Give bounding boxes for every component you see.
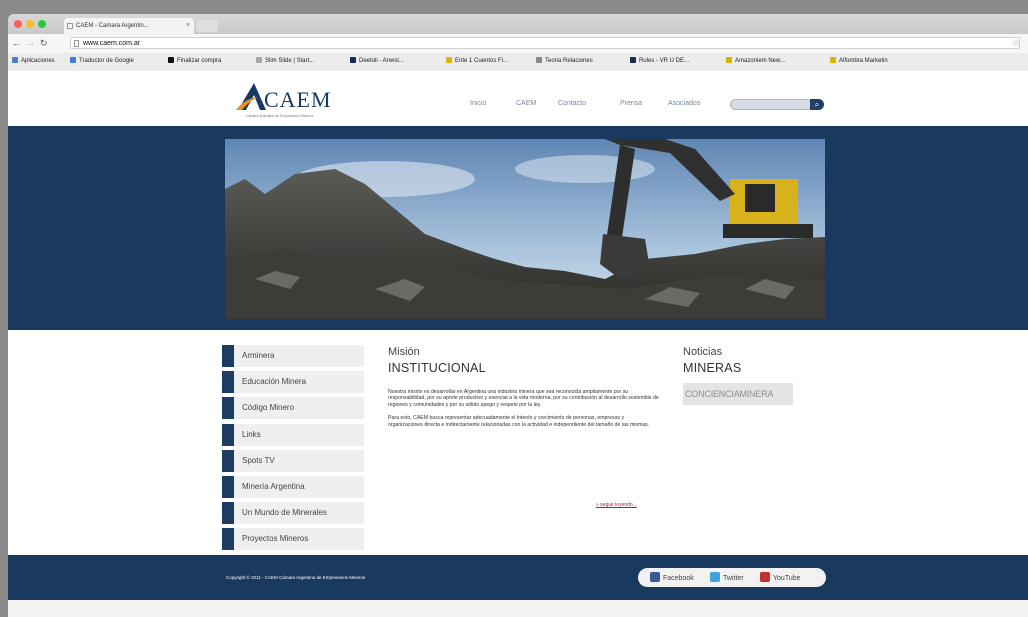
page-icon [74,40,79,47]
bookmark-icon [256,57,262,63]
bookmark-item[interactable]: Ente 1 Cuentos Fi... [446,56,508,66]
copyright-text: Copyright © 2011 - CAEM Cámara Argentina… [226,575,366,580]
facebook-icon [650,572,660,582]
bookmark-icon [726,57,732,63]
menu-item-mineria-argentina[interactable]: Minería Argentina [222,475,364,498]
bookmark-icon [536,57,542,63]
nav-contacto[interactable]: Contacto [558,100,586,107]
bookmark-item[interactable]: Deetoli - Anwsl... [350,56,404,66]
site-footer: Copyright © 2011 - CAEM Cámara Argentina… [8,555,1028,600]
minimize-window-button[interactable] [26,20,34,28]
menu-item-un-mundo-de-minerales[interactable]: Un Mundo de Minerales [222,502,364,525]
social-links: Facebook Twitter YouTube [638,568,826,587]
bookmark-item[interactable]: Amazoniem New... [726,56,785,66]
caem-logo[interactable]: CAEM Cámara Argentina de Empresarios Min… [236,81,366,121]
bookmark-label: Slim Slide | Start... [265,58,315,64]
menu-item-links[interactable]: Links [222,423,364,446]
menu-item-proyectos-mineros[interactable]: Proyectos Mineros [222,528,364,551]
bookmark-label: Deetoli - Anwsl... [359,58,404,64]
noticias-section: Noticias MINERAS CONCIENCIAMINERA [683,346,803,405]
logo-text: CAEM [264,87,332,112]
browser-window: CAEM - Camara Argentin... × ← → ↻ www.ca… [8,14,1028,72]
bookmark-item[interactable]: Traductor de Google [70,56,134,66]
youtube-label: YouTube [773,575,801,582]
bookmark-item[interactable]: Finalizar compra [168,56,221,66]
mision-title-big: INSTITUCIONAL [388,361,486,375]
site-header: CAEM Cámara Argentina de Empresarios Min… [8,71,1028,126]
bookmark-label: Traductor de Google [79,58,134,64]
reload-icon[interactable]: ↻ [40,37,48,49]
logo-subtitle: Cámara Argentina de Empresarios Mineros [246,114,314,118]
twitter-icon [710,572,720,582]
conciencia-minera-banner[interactable]: CONCIENCIAMINERA [683,383,793,405]
maximize-window-button[interactable] [38,20,46,28]
youtube-icon [760,572,770,582]
nav-inicio[interactable]: Inicio [470,100,486,107]
mision-section: Misión INSTITUCIONAL Nuestra misión es d… [388,346,668,508]
bookmark-label: Teoria Relaciones [545,58,593,64]
bookmark-item[interactable]: Rules - VR U DE... [630,56,689,66]
bookmark-label: Alfombra Marketin [839,58,888,64]
web-page: CAEM Cámara Argentina de Empresarios Min… [8,71,1028,617]
bookmark-icon [350,57,356,63]
menu-item-spots-tv[interactable]: Spots TV [222,449,364,472]
close-window-button[interactable] [14,20,22,28]
noticias-title-big: MINERAS [683,361,742,375]
nav-asociados[interactable]: Asociados [668,100,700,107]
new-tab-button[interactable] [196,20,218,32]
bookmark-icon [70,57,76,63]
star-icon[interactable]: ☆ [1012,37,1020,48]
bookmark-icon [168,57,174,63]
bookmark-icon [12,57,18,63]
nav-prensa[interactable]: Prensa [620,100,642,107]
bookmark-icon [830,57,836,63]
nav-caem[interactable]: CAEM [516,100,536,107]
bookmark-label: Ente 1 Cuentos Fi... [455,58,509,64]
menu-item-arminera[interactable]: Arminera [222,345,364,367]
close-tab-icon[interactable]: × [186,18,190,34]
bookmark-item[interactable]: Aplicaciones [12,56,55,66]
arrow-left-icon[interactable]: ← [12,37,21,49]
page-favicon-icon [67,23,73,29]
browser-tab[interactable]: CAEM - Camara Argentin... × [64,18,194,34]
hero-image [225,139,825,319]
page-bottom [8,600,1028,617]
twitter-label: Twitter [723,575,744,582]
bookmark-label: Finalizar compra [177,58,222,64]
bookmark-label: Rules - VR U DE... [639,58,690,64]
mision-paragraph-2: Para esto, CAEM busca representar adecua… [388,415,650,428]
facebook-label: Facebook [663,575,694,582]
mision-title-small: Misión [388,346,420,358]
bookmarks-bar: Aplicaciones Traductor de Google Finalizar… [8,53,1028,72]
bookmark-item[interactable]: Teoria Relaciones [536,56,593,66]
bookmark-icon [446,57,452,63]
tab-title: CAEM - Camara Argentin... [76,23,149,29]
read-more-link[interactable]: » seguir leyendo... [596,502,637,508]
tab-bar: CAEM - Camara Argentin... × [8,14,1028,34]
bookmark-label: Amazoniem New... [735,58,786,64]
search-icon[interactable]: ⌕ [810,99,824,110]
bookmark-item[interactable]: Alfombra Marketin [830,56,888,66]
youtube-link[interactable]: YouTube [760,572,801,584]
twitter-link[interactable]: Twitter [710,572,744,584]
arrow-right-icon[interactable]: → [26,37,35,49]
search-input[interactable] [730,99,812,110]
noticias-title-small: Noticias [683,346,723,358]
content-area: Arminera Educación Minera Código Minero … [8,330,1028,555]
menu-item-educacion-minera[interactable]: Educación Minera [222,371,364,394]
facebook-link[interactable]: Facebook [650,572,694,584]
address-bar[interactable]: www.caem.com.ar [70,37,1020,49]
side-menu: Arminera Educación Minera Código Minero … [222,345,364,555]
menu-item-codigo-minero[interactable]: Código Minero [222,397,364,420]
url-text: www.caem.com.ar [83,40,141,47]
bookmark-icon [630,57,636,63]
mision-paragraph-1: Nuestra misión es desarrollar en Argenti… [388,389,659,408]
bookmark-label: Aplicaciones [21,58,55,64]
navigation-bar: ← → ↻ www.caem.com.ar ☆ [8,34,1028,53]
bookmark-item[interactable]: Slim Slide | Start... [256,56,314,66]
